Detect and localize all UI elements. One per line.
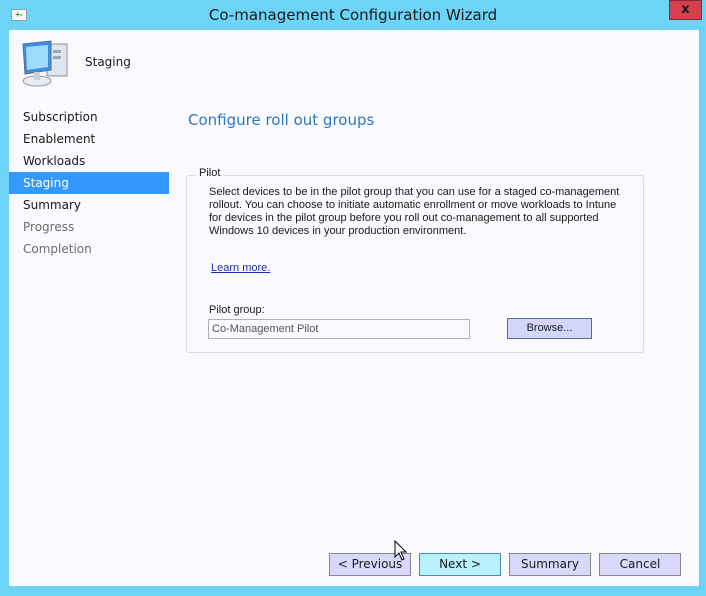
pilot-description: Select devices to be in the pilot group … xyxy=(209,186,620,237)
nav-item-staging[interactable]: Staging xyxy=(9,172,169,194)
title-bar[interactable]: +- Co-management Configuration Wizard x xyxy=(0,0,706,30)
learn-more-link[interactable]: Learn more. xyxy=(211,262,270,274)
pilot-group-label: Pilot group: xyxy=(209,304,265,316)
page-heading: Configure roll out groups xyxy=(188,111,375,129)
browse-button[interactable]: Browse... xyxy=(507,318,592,339)
nav-item-completion: Completion xyxy=(23,242,92,256)
close-button[interactable]: x xyxy=(669,0,702,20)
pilot-legend: Pilot xyxy=(196,167,224,179)
wizard-nav: Subscription Enablement Workloads Stagin… xyxy=(9,106,169,260)
nav-item-subscription[interactable]: Subscription xyxy=(9,106,169,128)
header-title: Staging xyxy=(85,55,131,69)
summary-button[interactable]: Summary xyxy=(509,553,591,576)
wizard-client-area: Staging Subscription Enablement Workload… xyxy=(9,30,699,586)
nav-item-workloads[interactable]: Workloads xyxy=(9,150,169,172)
mouse-cursor-icon xyxy=(394,540,408,561)
nav-item-enablement[interactable]: Enablement xyxy=(9,128,169,150)
window-title: Co-management Configuration Wizard xyxy=(208,6,498,24)
next-button[interactable]: Next > xyxy=(419,553,501,576)
computer-icon xyxy=(22,40,68,87)
pilot-group-field[interactable] xyxy=(208,319,470,339)
cancel-button[interactable]: Cancel xyxy=(599,553,681,576)
nav-item-summary[interactable]: Summary xyxy=(9,194,169,216)
nav-item-progress: Progress xyxy=(23,220,75,234)
